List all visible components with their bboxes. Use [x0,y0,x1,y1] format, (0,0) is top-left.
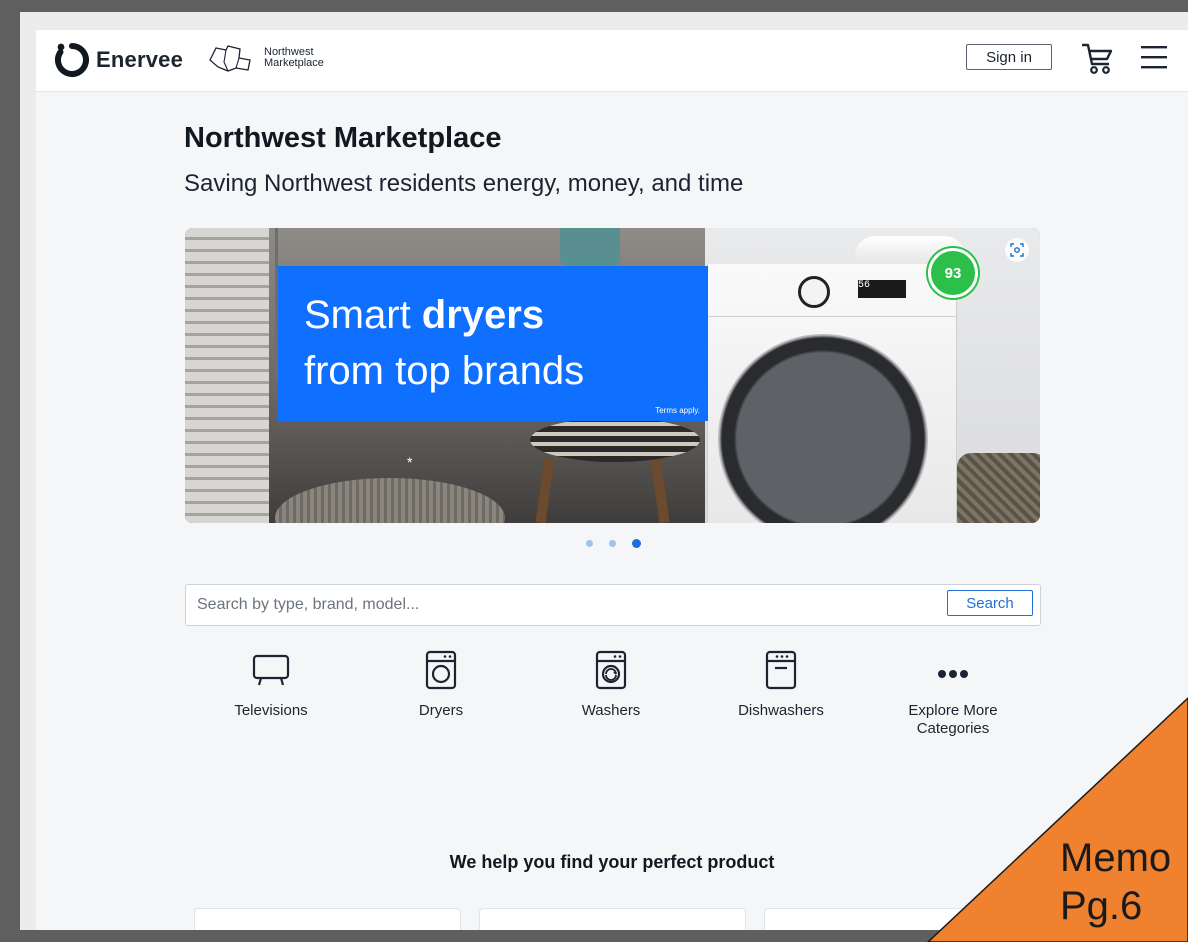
promo-headline-line2: from top brands [304,349,585,393]
stool-leg [535,457,555,523]
promo-headline-pre: Smart [304,293,422,337]
category-televisions[interactable]: Televisions [196,650,346,720]
category-label: Explore More Categories [908,702,998,737]
stool-leg [650,457,670,523]
partner-name-line2: Marketplace [264,57,324,69]
search-bar: Search [185,584,1041,626]
sign-in-button[interactable]: Sign in [966,44,1052,70]
carousel-indicators [586,539,641,548]
category-label: Dryers [418,702,464,719]
browser-page: Enervee Northwest Marketplace Sign in No… [36,30,1188,930]
washer-icon [595,650,627,690]
carousel-dot-active[interactable] [632,539,641,548]
promo-headline-line1: Smart dryers [304,294,544,336]
promo-carousel-banner[interactable]: * 56 93 Smart dryers from top brands Ter… [185,228,1040,523]
carousel-dot[interactable] [586,540,593,547]
page-subtitle: Saving Northwest residents energy, money… [184,170,744,197]
dryer-door-icon [718,334,928,523]
towel-image [560,228,620,268]
carousel-dot[interactable] [609,540,616,547]
top-navigation-bar: Enervee Northwest Marketplace Sign in [36,30,1188,92]
feature-card [764,908,1031,930]
partner-name: Northwest Marketplace [264,47,324,69]
terms-note: Terms apply. [655,406,700,415]
category-washers[interactable]: Washers [536,650,686,720]
feature-card [194,908,461,930]
screenshot-frame: Enervee Northwest Marketplace Sign in No… [20,12,1188,930]
dishwasher-icon [765,650,797,690]
category-explore-more[interactable]: Explore More Categories [878,650,1028,738]
drying-rack-image [185,228,278,378]
hamburger-menu-icon[interactable] [1140,44,1168,70]
category-label: Dishwashers [738,702,824,719]
page-title: Northwest Marketplace [184,122,502,154]
stool-image [530,418,700,462]
dryer-product-image: 56 [707,264,957,523]
memo-label-line1: Memo [1060,836,1172,880]
more-dots-icon [938,670,968,678]
northwest-map-icon [209,45,251,72]
efficiency-score-badge: 93 [928,248,978,298]
northwest-marketplace-logo[interactable]: Northwest Marketplace [206,40,324,76]
brand-name: Enervee [96,47,184,72]
cart-icon[interactable] [1080,40,1114,76]
feature-card [479,908,746,930]
enervee-logo-icon [55,43,89,77]
tv-icon [252,654,290,686]
laundry-basket-image [957,453,1040,523]
category-dishwashers[interactable]: Dishwashers [706,650,856,720]
category-label: Washers [581,702,641,719]
promo-text-panel: Smart dryers from top brands Terms apply… [278,266,708,421]
promo-headline-bold: dryers [421,293,545,337]
dryer-control-panel: 56 [708,264,956,317]
scan-icon [1010,243,1024,257]
search-input[interactable] [186,585,939,625]
banner-product-scene: 56 93 [705,228,1040,523]
section-heading: We help you find your perfect product [449,852,775,872]
dryer-icon [425,650,457,690]
dryer-display: 56 [858,280,906,298]
visual-search-icon[interactable] [1005,238,1029,262]
memo-page-label: Memo Pg.6 [1060,834,1171,930]
dryer-knob-icon [798,276,830,308]
enervee-logo[interactable]: Enervee [54,42,183,78]
category-label: Televisions [234,702,308,719]
asterisk-mark: * [407,454,413,470]
category-dryers[interactable]: Dryers [366,650,516,720]
search-button[interactable]: Search [947,590,1033,616]
memo-label-line2: Pg.6 [1060,884,1143,928]
pouf-image [275,478,505,523]
